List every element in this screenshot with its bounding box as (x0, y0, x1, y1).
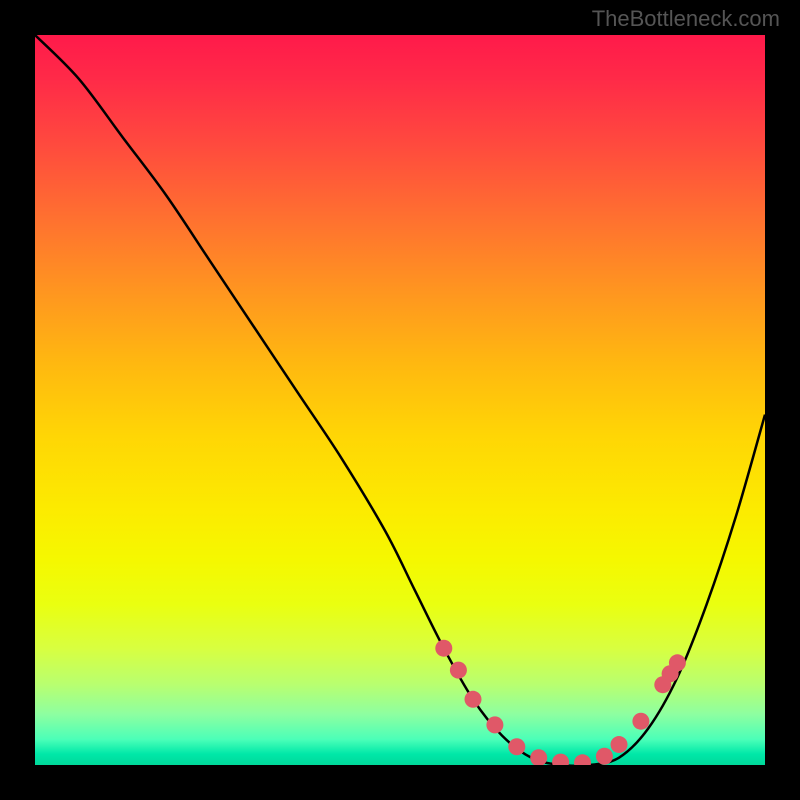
curve-marker (508, 738, 525, 755)
curve-marker (435, 640, 452, 657)
curve-marker (611, 736, 628, 753)
curve-marker (465, 691, 482, 708)
curve-marker (552, 754, 569, 765)
chart-area (35, 35, 765, 765)
curve-marker (596, 748, 613, 765)
curve-marker (669, 654, 686, 671)
curve-marker (486, 716, 503, 733)
curve-marker (530, 749, 547, 765)
chart-svg (35, 35, 765, 765)
marker-group (435, 640, 686, 765)
curve-marker (450, 662, 467, 679)
bottleneck-curve (35, 35, 765, 765)
curve-marker (574, 754, 591, 765)
curve-marker (632, 713, 649, 730)
attribution-text: TheBottleneck.com (592, 6, 780, 32)
